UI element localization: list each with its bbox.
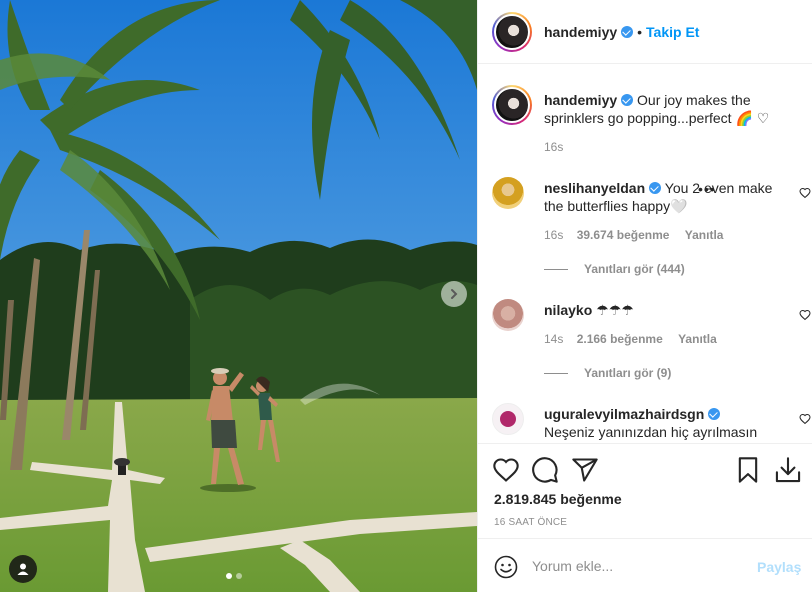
carousel-next-button[interactable] <box>441 281 467 307</box>
chevron-right-icon <box>451 289 458 299</box>
likes-count: 2.819.845 <box>494 491 557 507</box>
comment-meta: 14s 2.166 beğenme Yanıtla <box>544 332 717 346</box>
comment-text-block: uguralevyilmazhairdsgn Neşeniz yanınızda… <box>544 405 784 441</box>
post-photo[interactable] <box>0 0 477 592</box>
separator: • <box>637 23 643 40</box>
author-avatar[interactable] <box>492 11 532 52</box>
user-tag-icon <box>17 563 29 575</box>
bookmark-icon[interactable] <box>734 456 762 484</box>
comment-text: Neşeniz yanınızdan hiç ayrılmasın <box>544 424 758 440</box>
comment-age: 16s <box>544 228 564 242</box>
comment-options-button[interactable]: ••• <box>698 181 716 197</box>
comment-like-heart-icon[interactable] <box>799 187 811 199</box>
verified-badge-icon <box>621 94 634 106</box>
comment-icon[interactable] <box>531 456 559 484</box>
comment-like-heart-icon[interactable] <box>799 413 811 425</box>
comment-input[interactable] <box>532 554 732 578</box>
post-comment-button[interactable]: Paylaş <box>757 559 801 575</box>
comment-username[interactable]: nilayko <box>544 302 592 318</box>
add-comment-bar: Paylaş <box>478 538 812 592</box>
reply-button[interactable]: Yanıtla <box>678 332 717 346</box>
share-icon[interactable] <box>571 456 599 484</box>
comment-likes[interactable]: 39.674 beğenme <box>577 228 670 242</box>
comment-text: ☂☂☂ <box>596 302 634 318</box>
comment-likes[interactable]: 2.166 beğenme <box>577 332 663 346</box>
comment-like-heart-icon[interactable] <box>799 309 811 321</box>
view-replies-label: Yanıtları gör (9) <box>584 366 672 380</box>
reply-button[interactable]: Yanıtla <box>685 228 724 242</box>
likes-summary[interactable]: 2.819.845 beğenme <box>494 491 622 507</box>
comment-item: neslihanyeldan You 2 even make the butte… <box>492 177 811 277</box>
comments-list[interactable]: handemiyy Our joy makes the sprinklers g… <box>478 65 812 443</box>
action-icons <box>492 456 802 484</box>
caption-username[interactable]: handemiyy <box>544 92 617 108</box>
commenter-avatar[interactable] <box>492 403 524 435</box>
emoji-icon[interactable] <box>494 555 518 579</box>
post-actions: 2.819.845 beğenme 16 SAAT ÖNCE <box>478 443 812 528</box>
commenter-avatar[interactable] <box>492 177 524 209</box>
follow-button[interactable]: Takip Et <box>646 24 699 40</box>
caption-avatar[interactable] <box>492 85 532 125</box>
post-side-panel: handemiyy • Takip Et handemiyy Our joy m… <box>477 0 812 592</box>
heart-icon[interactable] <box>492 456 520 484</box>
verified-badge-icon <box>649 182 662 194</box>
comment-username[interactable]: uguralevyilmazhairdsgn <box>544 406 704 422</box>
caption-age: 16s <box>544 140 564 154</box>
comment-item: nilayko ☂☂☂ 14s 2.166 beğenme Yanıtla Ya… <box>492 299 811 399</box>
post-timestamp: 16 SAAT ÖNCE <box>494 517 568 528</box>
author-username[interactable]: handemiyy <box>544 24 617 40</box>
instagram-post-view: handemiyy • Takip Et handemiyy Our joy m… <box>0 0 812 592</box>
view-replies-label: Yanıtları gör (444) <box>584 262 685 276</box>
beach-garden-photo <box>0 0 477 592</box>
carousel-indicator <box>226 573 242 579</box>
view-replies-button[interactable]: Yanıtları gör (9) <box>544 366 671 380</box>
tagged-users-button[interactable] <box>9 555 37 583</box>
carousel-dot-2 <box>236 573 242 579</box>
verified-badge-icon <box>621 25 634 38</box>
caption-text-block: handemiyy Our joy makes the sprinklers g… <box>544 91 776 127</box>
comment-meta: 16s 39.674 beğenme Yanıtla <box>544 228 723 242</box>
post-caption: handemiyy Our joy makes the sprinklers g… <box>492 85 802 165</box>
verified-badge-icon <box>708 408 721 420</box>
view-replies-button[interactable]: Yanıtları gör (444) <box>544 262 685 276</box>
comment-age: 14s <box>544 332 564 346</box>
download-icon[interactable] <box>774 456 802 484</box>
comment-username[interactable]: neslihanyeldan <box>544 180 645 196</box>
comment-text-block: nilayko ☂☂☂ <box>544 301 776 319</box>
comment-item: uguralevyilmazhairdsgn Neşeniz yanınızda… <box>492 403 811 443</box>
post-header: handemiyy • Takip Et <box>478 0 812 64</box>
likes-word: beğenme <box>560 491 622 507</box>
carousel-dot-1 <box>226 573 232 579</box>
comment-text-block: neslihanyeldan You 2 even make the butte… <box>544 179 776 215</box>
commenter-avatar[interactable] <box>492 299 524 331</box>
